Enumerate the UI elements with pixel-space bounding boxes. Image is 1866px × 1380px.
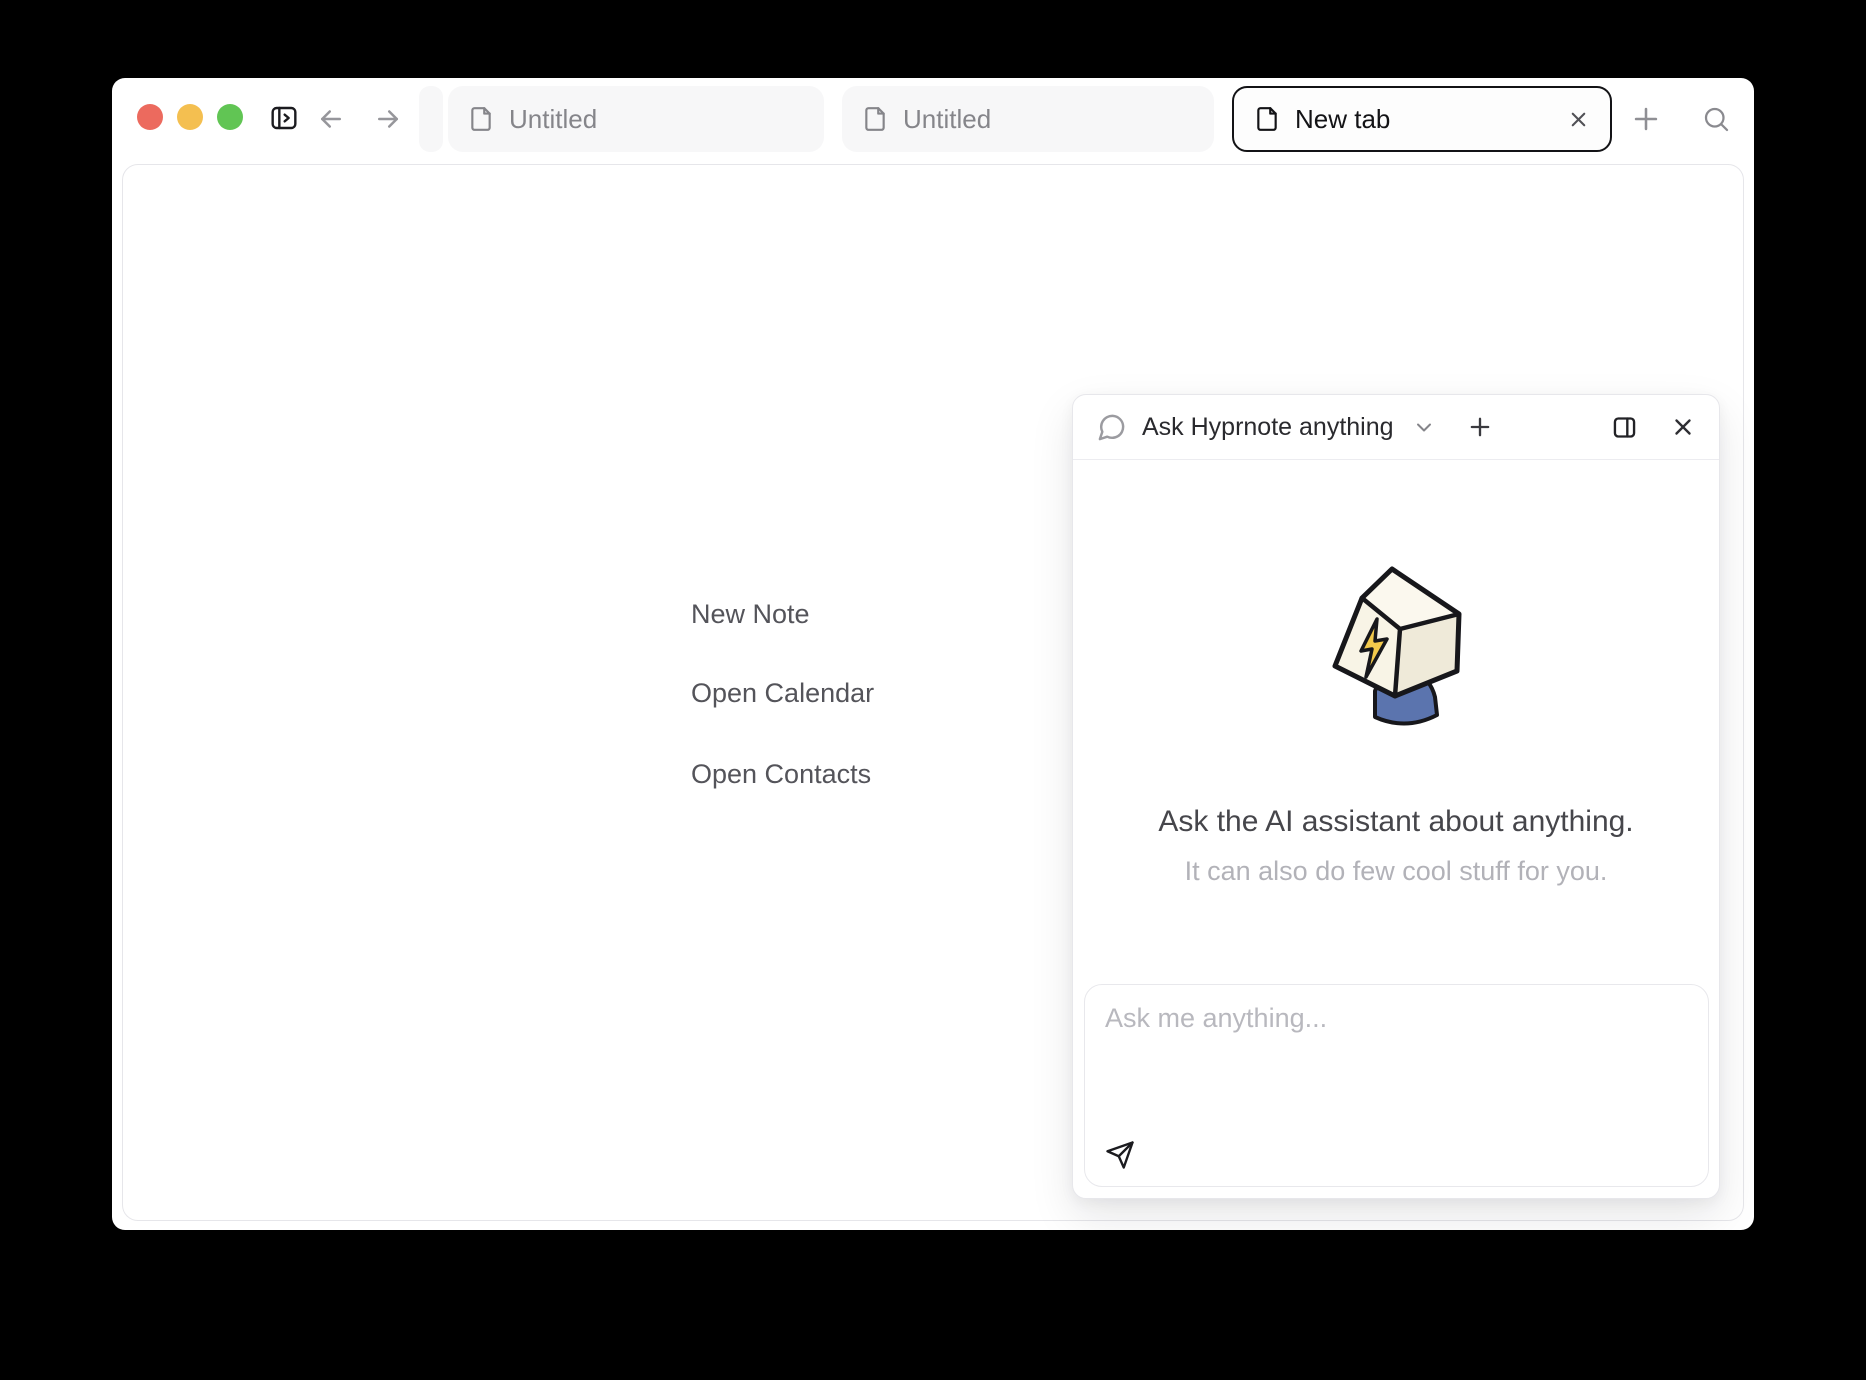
forward-button[interactable] xyxy=(373,104,403,134)
file-icon xyxy=(468,106,494,132)
plus-icon xyxy=(1466,413,1494,441)
close-panel-button[interactable] xyxy=(1670,414,1696,440)
minimize-window-button[interactable] xyxy=(177,104,203,130)
plus-icon xyxy=(1629,102,1663,136)
tab-label: Untitled xyxy=(509,104,804,135)
file-icon xyxy=(1254,106,1280,132)
robot-cube-mascot xyxy=(1329,563,1469,733)
close-window-button[interactable] xyxy=(137,104,163,130)
tab-new-tab-active[interactable]: New tab xyxy=(1232,86,1612,152)
tab-strip-edge xyxy=(419,86,443,152)
traffic-lights xyxy=(137,104,243,130)
main-content: New Note Open Calendar Open Contacts Ask… xyxy=(122,164,1744,1221)
chevron-down-icon xyxy=(1412,415,1436,439)
conversation-dropdown-button[interactable] xyxy=(1412,415,1436,439)
assistant-heading: Ask the AI assistant about anything. xyxy=(1073,805,1719,839)
assistant-header: Ask Hyprnote anything xyxy=(1073,395,1719,460)
panel-right-icon xyxy=(1611,414,1638,441)
send-icon xyxy=(1105,1140,1135,1170)
open-contacts-link[interactable]: Open Contacts xyxy=(691,758,871,790)
new-chat-button[interactable] xyxy=(1466,413,1494,441)
app-window: Untitled Untitled New tab xyxy=(112,78,1754,1230)
close-icon xyxy=(1567,108,1590,131)
arrow-right-icon xyxy=(373,104,403,134)
close-icon xyxy=(1670,414,1696,440)
tab-untitled-1[interactable]: Untitled xyxy=(448,86,824,152)
sidebar-toggle-icon xyxy=(268,102,300,134)
arrow-left-icon xyxy=(316,104,346,134)
tab-close-button[interactable] xyxy=(1567,108,1590,131)
screen: Untitled Untitled New tab xyxy=(0,0,1866,1380)
search-icon xyxy=(1701,104,1731,134)
search-button[interactable] xyxy=(1701,104,1731,134)
tab-label: Untitled xyxy=(903,104,1194,135)
titlebar: Untitled Untitled New tab xyxy=(112,78,1754,164)
assistant-input[interactable] xyxy=(1085,985,1708,1135)
dock-panel-button[interactable] xyxy=(1611,414,1638,441)
tab-untitled-2[interactable]: Untitled xyxy=(842,86,1214,152)
message-circle-icon xyxy=(1096,412,1127,443)
ai-assistant-panel: Ask Hyprnote anything xyxy=(1072,394,1720,1199)
assistant-input-box xyxy=(1084,984,1709,1187)
new-note-link[interactable]: New Note xyxy=(691,598,810,630)
send-button[interactable] xyxy=(1105,1140,1135,1170)
zoom-window-button[interactable] xyxy=(217,104,243,130)
back-button[interactable] xyxy=(316,104,346,134)
sidebar-toggle-button[interactable] xyxy=(268,102,300,134)
file-icon xyxy=(862,106,888,132)
tab-label: New tab xyxy=(1295,104,1552,135)
assistant-title: Ask Hyprnote anything xyxy=(1142,413,1394,442)
new-tab-button[interactable] xyxy=(1629,102,1663,136)
open-calendar-link[interactable]: Open Calendar xyxy=(691,677,874,709)
assistant-subheading: It can also do few cool stuff for you. xyxy=(1073,856,1719,887)
